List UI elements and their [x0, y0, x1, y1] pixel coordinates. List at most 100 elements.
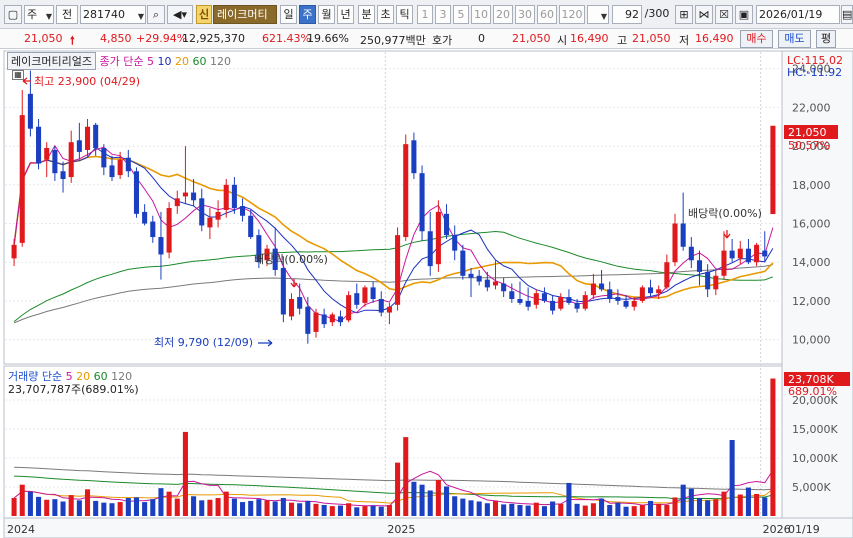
type-select[interactable]: 전 — [56, 5, 78, 24]
checkbox-icon[interactable]: ☒ — [715, 5, 733, 24]
minute-5-button[interactable]: 5 — [453, 5, 469, 24]
volume-bar — [158, 488, 164, 516]
period-week-button[interactable]: 주 — [299, 5, 316, 24]
chart-tools-icon[interactable]: ⊞ — [675, 5, 693, 24]
price-tick-label: 22,000 — [792, 101, 831, 114]
volume-bar — [444, 486, 450, 516]
volume-value: 12,925,370 — [182, 32, 245, 45]
volume-bar — [191, 496, 197, 516]
minute-3-button[interactable]: 3 — [435, 5, 451, 24]
volume-bar — [623, 506, 629, 516]
candle-body — [533, 293, 539, 305]
low-price: 16,490 — [695, 32, 734, 45]
x-axis-right-label: 01/19 — [788, 523, 820, 536]
minute-3-label: 3 — [439, 8, 447, 21]
candle-body — [680, 223, 686, 247]
date-input[interactable]: 2026/01/19 — [756, 5, 840, 24]
price-tick-label: 12,000 — [792, 295, 831, 308]
volume-bar — [346, 503, 352, 516]
calendar-icon[interactable]: ▤ — [841, 5, 853, 24]
candle-body — [435, 211, 441, 265]
volume-bar — [729, 440, 735, 516]
chart-area[interactable]: 24,000 22,000 20,000 18,000 16,000 14,000 12,0… — [0, 49, 853, 538]
volume-ratio: 621.43% — [262, 32, 311, 45]
stock-title: 레이크머티리얼즈 — [11, 55, 92, 68]
interval-input[interactable]: ▼ — [587, 5, 609, 24]
current-price: 21,050 — [24, 32, 63, 45]
volume-bar — [427, 490, 433, 516]
volume-bar — [435, 480, 441, 516]
volume-bar — [207, 499, 213, 516]
candle-body — [240, 206, 246, 216]
candle-body — [158, 237, 164, 255]
volume-bar — [174, 498, 180, 516]
minute-120-button[interactable]: 120 — [559, 5, 585, 24]
new-listing-badge[interactable]: 신 — [196, 5, 212, 24]
candle-body — [60, 171, 66, 179]
chart-settings-icon[interactable]: ▦ — [12, 70, 24, 80]
candle-body — [19, 115, 25, 243]
candle-body — [664, 262, 670, 288]
low-label: 저 — [679, 34, 690, 47]
tick-button[interactable]: 틱 — [396, 5, 413, 24]
candle-body — [427, 231, 433, 267]
period-year-button[interactable]: 년 — [337, 5, 354, 24]
volume-bar — [713, 499, 719, 516]
candle-body — [133, 171, 140, 214]
price-tick-label: 14,000 — [792, 256, 831, 269]
chevron-down-icon: ▼ — [45, 12, 52, 21]
minute-1-button[interactable]: 1 — [417, 5, 433, 24]
candle-body — [729, 250, 735, 259]
candle-body — [231, 184, 237, 209]
stock-title-box[interactable]: 레이크머티리얼즈 — [7, 52, 96, 70]
minute-60-button[interactable]: 60 — [537, 5, 557, 24]
buy-button[interactable]: 매수 — [740, 30, 773, 48]
candle-body — [395, 235, 401, 305]
candle-body — [460, 250, 466, 276]
volume-bar — [240, 502, 246, 516]
stock-chart[interactable]: 24,00022,00020,00018,00016,00014,00012,0… — [0, 49, 853, 538]
market-select[interactable]: 주 ▼ — [24, 5, 54, 24]
volume-bar — [370, 505, 376, 516]
minute-30-button[interactable]: 30 — [515, 5, 535, 24]
candle-body — [754, 244, 760, 263]
price-tick-label: 16,000 — [792, 218, 831, 231]
volume-bar — [762, 497, 768, 516]
eval-button[interactable]: 평 — [816, 30, 836, 48]
volume-bar — [696, 498, 703, 516]
period-day-button[interactable]: 일 — [280, 5, 297, 24]
sell-button[interactable]: 매도 — [778, 30, 811, 48]
stock-name-label[interactable]: 레이크머티 — [213, 5, 277, 24]
minute-label: 분 — [361, 8, 372, 21]
period-month-button[interactable]: 월 — [318, 5, 335, 24]
search-icon[interactable]: ⌕ — [147, 5, 165, 24]
window-menu-icon[interactable]: ▢ — [4, 5, 22, 24]
speaker-icon[interactable]: ◀▾ — [167, 5, 193, 24]
count-input[interactable]: 92 — [612, 5, 642, 24]
hoga-label: 호가 — [432, 34, 453, 47]
period-month-label: 월 — [321, 8, 332, 21]
last-pct-label: 50.57% — [788, 139, 830, 152]
volume-bar — [199, 500, 205, 516]
volume-bar — [76, 500, 82, 516]
minute-20-button[interactable]: 20 — [493, 5, 513, 24]
candle-body — [452, 235, 458, 251]
candle-body — [378, 299, 384, 313]
candle-body — [223, 184, 229, 210]
volume-bar — [223, 491, 229, 516]
volume-bar — [337, 505, 343, 516]
volume-bar — [607, 504, 613, 516]
candle-body — [590, 283, 596, 296]
volume-bar — [125, 498, 131, 516]
volume-bar — [615, 502, 621, 516]
save-icon[interactable]: ▣ — [735, 5, 753, 24]
second-button[interactable]: 초 — [377, 5, 394, 24]
volume-bar — [395, 462, 401, 516]
minute-10-button[interactable]: 10 — [471, 5, 491, 24]
last-volume-pct: 689.01% — [788, 385, 837, 398]
minute-button[interactable]: 분 — [358, 5, 375, 24]
open-label: 시 — [557, 34, 568, 47]
volume-bar — [354, 507, 360, 516]
stock-code-input[interactable]: 281740 ▼ — [80, 5, 146, 24]
compare-icon[interactable]: ⋈ — [695, 5, 713, 24]
